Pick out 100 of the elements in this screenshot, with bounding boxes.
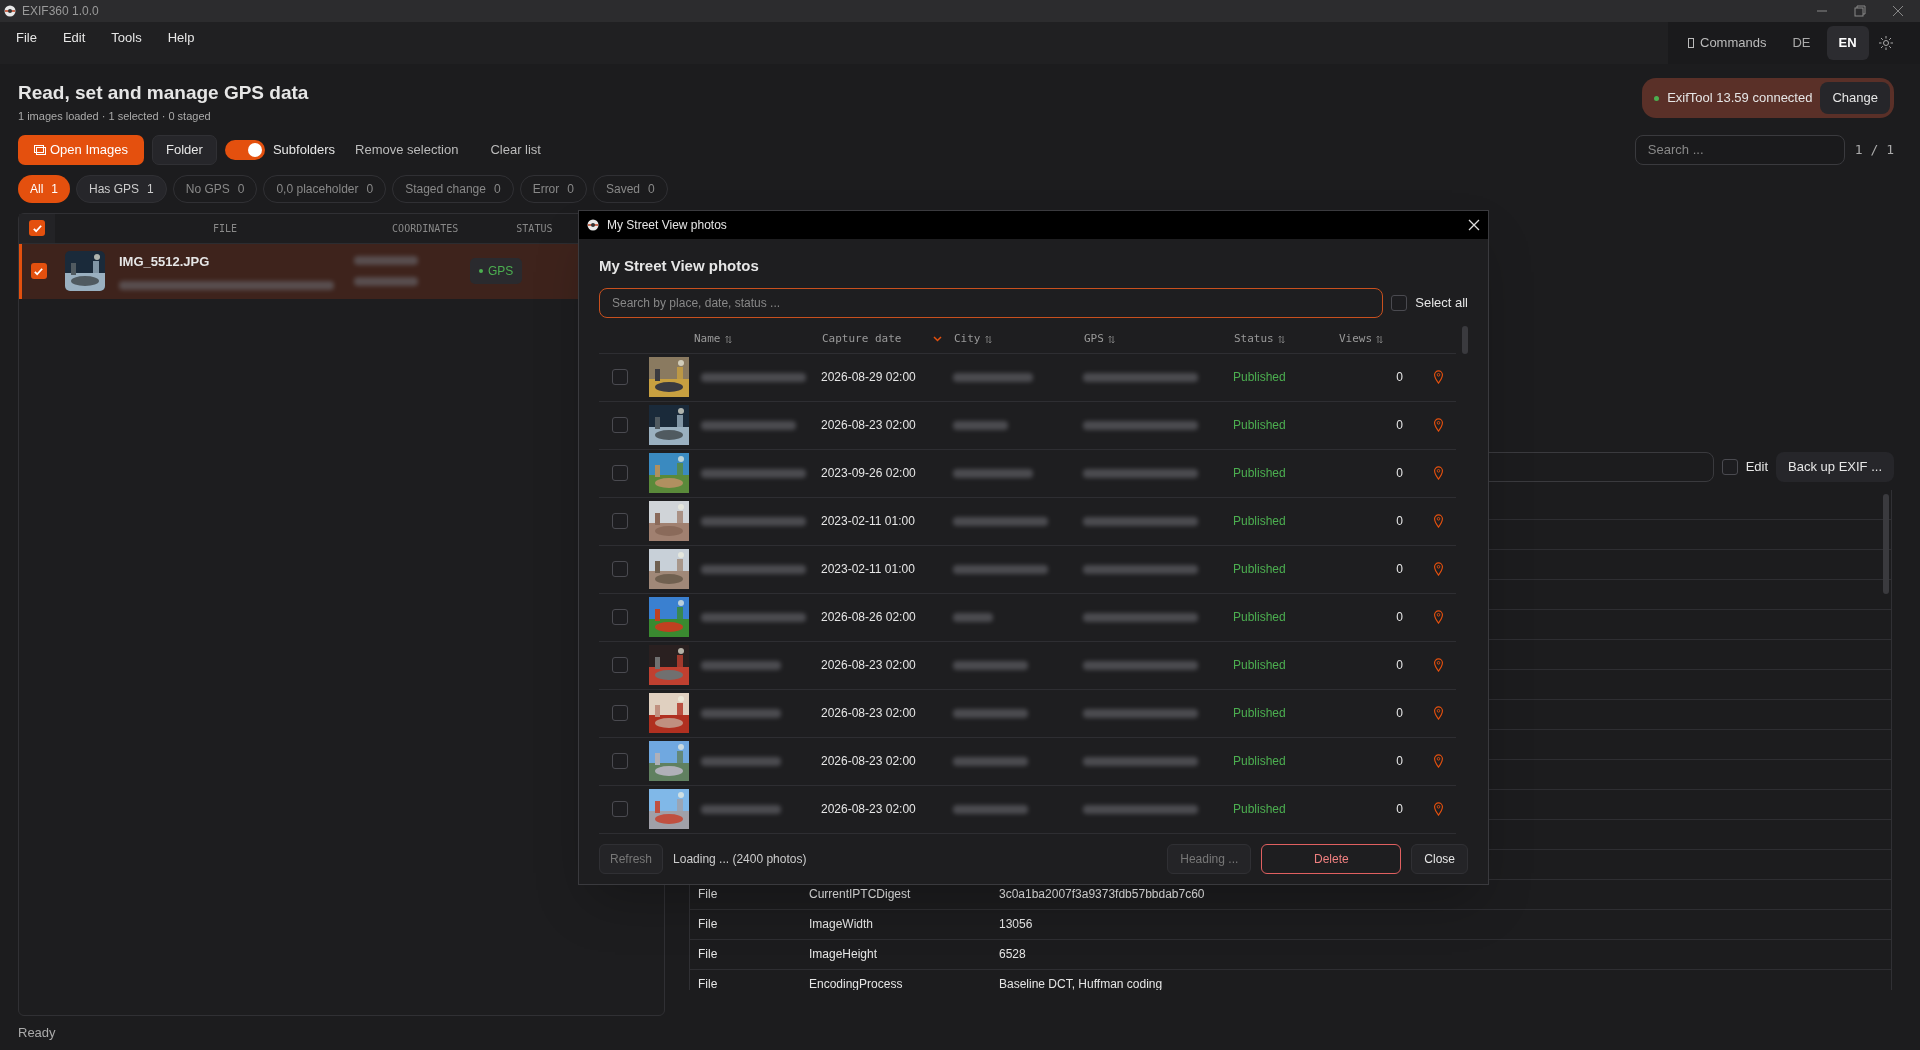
language-tab[interactable]: DE [1780, 26, 1823, 60]
app-logo-icon [587, 219, 599, 231]
menu-item[interactable]: Edit [52, 28, 96, 48]
gps-status-badge: GPS [470, 258, 523, 284]
sort-icon [1107, 334, 1115, 344]
checkbox[interactable] [612, 561, 628, 577]
table-cell-text: ImageWidth [809, 916, 875, 933]
table-cell-text: CurrentIPTCDigest [809, 886, 912, 903]
map-pin-icon[interactable] [1433, 466, 1444, 480]
table-cell-text: File [698, 916, 719, 933]
checkbox[interactable] [29, 220, 45, 236]
select-all-label: Select all [1415, 293, 1468, 312]
column-header[interactable]: STATUS [516, 220, 553, 236]
status-text: Published [1233, 801, 1287, 818]
map-pin-icon[interactable] [1433, 370, 1444, 384]
photo-search-field[interactable]: Search by place, date, status ... [599, 287, 1384, 318]
sort-descending-icon [933, 336, 942, 342]
map-pin-icon[interactable] [1433, 754, 1444, 768]
heading-button[interactable]: Heading ... [1167, 844, 1252, 874]
window-title: EXIF360 1.0.0 [22, 3, 99, 20]
checkbox[interactable] [612, 465, 628, 481]
capture-date: 2026-08-23 02:00 [821, 657, 917, 674]
close-button[interactable]: Close [1411, 844, 1468, 874]
status-text: Published [1233, 705, 1287, 722]
checkbox[interactable] [1391, 294, 1408, 311]
map-pin-icon[interactable] [1433, 610, 1444, 624]
status-text: Published [1233, 753, 1287, 770]
checkbox[interactable] [1721, 458, 1738, 475]
search-field[interactable]: Search ... [1634, 134, 1845, 165]
table-cell-text: File [698, 886, 719, 903]
language-tab[interactable]: EN [1826, 26, 1869, 60]
page-counter: 1 / 1 [1854, 140, 1894, 159]
folder-button[interactable]: Folder [152, 134, 217, 165]
column-header[interactable]: Status [1234, 330, 1339, 348]
column-header[interactable]: Name [694, 330, 822, 348]
open-images-button[interactable]: Open Images [18, 134, 145, 165]
column-header[interactable]: Capture date [822, 330, 954, 348]
table-cell-text: 13056 [999, 916, 1033, 933]
column-header[interactable]: GPS [1084, 330, 1234, 348]
commands-button[interactable]: Commands [1678, 26, 1777, 60]
table-cell-text: File [698, 946, 719, 963]
checkbox[interactable] [612, 369, 628, 385]
toggle-switch[interactable] [224, 139, 265, 160]
loading-text: Loading ... (2400 photos) [673, 851, 807, 868]
views-count: 0 [1395, 801, 1403, 818]
exiftool-status-text: ExifTool 13.59 connected [1667, 89, 1813, 108]
status-text: Published [1233, 465, 1287, 482]
map-pin-icon[interactable] [1433, 418, 1444, 432]
refresh-button[interactable]: Refresh [599, 844, 664, 874]
map-pin-icon[interactable] [1433, 706, 1444, 720]
delete-button[interactable]: Delete [1261, 844, 1402, 874]
change-button[interactable]: Change [1820, 82, 1890, 114]
capture-date: 2026-08-26 02:00 [821, 609, 917, 626]
map-pin-icon[interactable] [1433, 514, 1444, 528]
checkbox[interactable] [30, 263, 47, 279]
checkbox[interactable] [612, 705, 628, 721]
capture-date: 2023-09-26 02:00 [821, 465, 917, 482]
restore-icon[interactable] [1854, 5, 1866, 17]
remove-selection-button[interactable]: Remove selection [347, 139, 467, 160]
capture-date: 2026-08-23 02:00 [821, 753, 917, 770]
filter-chip[interactable]: Has GPS 1 [76, 174, 167, 203]
views-count: 0 [1395, 705, 1403, 722]
checkbox[interactable] [612, 609, 628, 625]
checkbox[interactable] [612, 513, 628, 529]
column-header[interactable]: COORDINATES [392, 220, 459, 236]
capture-date: 2026-08-23 02:00 [821, 417, 917, 434]
status-text: Published [1233, 561, 1287, 578]
map-pin-icon[interactable] [1433, 658, 1444, 672]
sort-icon [1277, 334, 1285, 344]
checkbox[interactable] [612, 753, 628, 769]
column-header[interactable]: City [954, 330, 1084, 348]
capture-date: 2026-08-23 02:00 [821, 801, 917, 818]
file-row[interactable]: IMG_5512.JPG GPS [19, 243, 579, 299]
sun-icon[interactable] [1878, 36, 1893, 50]
checkbox[interactable] [612, 417, 628, 433]
column-header[interactable]: FILE [213, 220, 238, 236]
menu-item[interactable]: Help [157, 28, 205, 48]
checkbox[interactable] [612, 657, 628, 673]
status-text: Published [1233, 657, 1287, 674]
checkbox[interactable] [612, 801, 628, 817]
status-text: Published [1233, 369, 1287, 386]
scrollbar-thumb [1462, 325, 1468, 354]
command-icon [1688, 38, 1694, 48]
views-count: 0 [1395, 369, 1403, 386]
clear-list-button[interactable]: Clear list [482, 139, 549, 160]
sort-icon [984, 334, 992, 344]
dialog-window-title: My Street View photos [607, 217, 727, 234]
views-count: 0 [1395, 417, 1403, 434]
map-pin-icon[interactable] [1433, 802, 1444, 816]
map-pin-icon[interactable] [1433, 562, 1444, 576]
column-header[interactable]: Views [1339, 330, 1399, 348]
page-title: Read, set and manage GPS data [18, 81, 309, 105]
table-cell-text: 6528 [999, 946, 1026, 963]
filter-chip[interactable]: All 1 [18, 174, 71, 203]
menu-item[interactable]: File [6, 28, 47, 48]
edit-label: Edit [1745, 457, 1769, 476]
menu-item[interactable]: Tools [101, 28, 152, 48]
status-text: Published [1233, 609, 1287, 626]
images-icon [34, 144, 46, 155]
backup-exif-button[interactable]: Back up EXIF ... [1776, 451, 1894, 482]
